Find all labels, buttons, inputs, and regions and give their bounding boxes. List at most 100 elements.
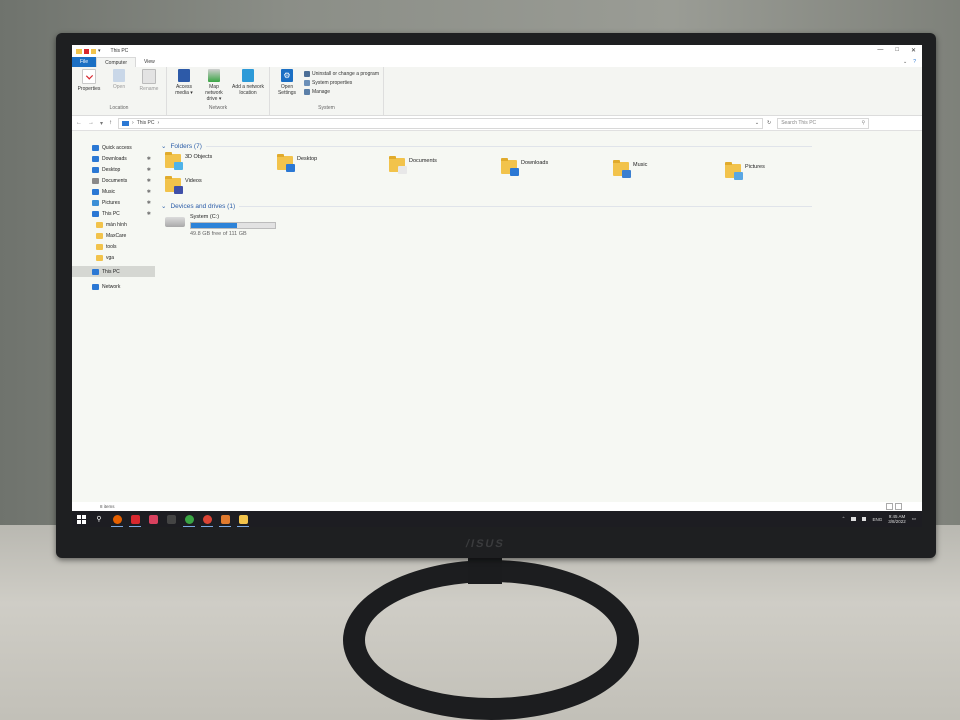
folders-section-header[interactable]: ⌄ Folders (7) — [161, 140, 922, 152]
open-settings-button[interactable]: ⚙ Open Settings — [274, 69, 300, 96]
network-tray-icon[interactable] — [851, 517, 857, 521]
folder-label: Desktop — [297, 156, 318, 162]
nav-item[interactable]: vga — [72, 252, 155, 263]
taskbar-file-explorer-button[interactable] — [234, 511, 252, 527]
folder-item[interactable]: Music — [613, 160, 647, 178]
nav-item[interactable]: Desktop ✱ — [72, 164, 155, 175]
nav-item[interactable]: This PC ✱ — [72, 208, 155, 219]
ribbon-group-system: ⚙ Open Settings Uninstall or change a pr… — [270, 67, 384, 115]
app-dark-icon — [166, 514, 176, 524]
path-segment-this-pc[interactable]: This PC — [137, 120, 155, 126]
taskbar-app-pink-button[interactable] — [144, 511, 162, 527]
up-button[interactable]: ↑ — [109, 120, 112, 127]
search-input[interactable]: Search This PC ⚲ — [777, 117, 870, 129]
nav-item-network[interactable]: Network — [72, 281, 155, 292]
address-dropdown-icon[interactable]: ⌄ — [755, 120, 759, 126]
address-path[interactable]: › This PC › ⌄ — [118, 117, 764, 129]
large-icons-view-button[interactable] — [895, 503, 902, 510]
access-media-button[interactable]: Access media ▾ — [171, 69, 197, 96]
minimize-button[interactable]: — — [877, 47, 883, 54]
new-folder-quick-icon[interactable] — [91, 48, 96, 54]
drive-usage-bar — [190, 222, 276, 229]
path-separator: › — [132, 120, 134, 126]
properties-quick-icon[interactable] — [84, 48, 89, 54]
nav-item-label: Network — [102, 283, 121, 290]
notification-icon[interactable]: ▭ — [912, 516, 916, 522]
ribbon-group-location: Properties Open Rename Location — [72, 67, 167, 115]
clock[interactable]: 9:45 AM 3/8/2022 — [888, 514, 906, 524]
ribbon-collapse-icon[interactable]: ⌄ — [903, 59, 907, 65]
nav-item[interactable]: Documents ✱ — [72, 175, 155, 186]
system-properties-button[interactable]: System properties — [304, 78, 379, 87]
tab-view[interactable]: View — [136, 57, 163, 67]
nav-item[interactable]: Pictures ✱ — [72, 197, 155, 208]
taskbar-app-orange-button[interactable] — [216, 511, 234, 527]
manage-icon — [304, 88, 310, 95]
network-group-label: Network — [208, 105, 228, 111]
open-icon — [113, 69, 125, 82]
section-divider — [205, 145, 812, 147]
volume-tray-icon[interactable] — [862, 517, 867, 521]
properties-button[interactable]: Properties — [76, 69, 102, 92]
nav-item[interactable]: Downloads ✱ — [72, 153, 155, 164]
taskbar-app-dark-button[interactable] — [162, 511, 180, 527]
drive-item[interactable]: System (C:) 49.8 GB free of 111 GB — [165, 214, 922, 237]
nav-item[interactable]: tools — [72, 241, 155, 252]
drive-name: System (C:) — [190, 214, 220, 220]
tab-computer[interactable]: Computer — [96, 56, 137, 68]
folder-item[interactable]: Pictures — [725, 162, 765, 180]
map-network-drive-button[interactable]: Map network drive ▾ — [201, 69, 227, 102]
nav-item[interactable]: MaxCare — [72, 230, 155, 241]
monitor-brand-logo: /ISUS — [464, 538, 507, 550]
close-button[interactable]: ✕ — [911, 47, 916, 54]
language-indicator[interactable]: ENG — [872, 517, 882, 522]
folder-icon — [96, 254, 103, 261]
tab-file[interactable]: File — [72, 57, 97, 67]
path-separator-trailing: › — [157, 120, 160, 126]
taskbar-firefox-button[interactable] — [108, 511, 126, 527]
app-pink-icon — [148, 514, 158, 524]
folder-item[interactable]: 3D Objects — [165, 152, 212, 170]
nav-item-label: tools — [106, 243, 117, 250]
monitor-stand-base — [343, 560, 639, 720]
open-button[interactable]: Open — [106, 69, 132, 90]
folder-item[interactable]: Videos — [165, 176, 202, 194]
forward-button[interactable]: → — [88, 120, 94, 127]
folder-badge-icon — [286, 164, 295, 172]
taskbar-app-green-button[interactable] — [180, 511, 198, 527]
nav-item[interactable]: màn hình — [72, 219, 155, 230]
taskbar-chrome-button[interactable] — [198, 511, 216, 527]
chrome-icon — [202, 514, 212, 524]
details-view-button[interactable] — [886, 503, 893, 510]
back-button[interactable]: ← — [76, 120, 82, 127]
taskbar-search-button[interactable]: ⚲ — [90, 511, 108, 527]
tray-overflow-icon[interactable]: ⌃ — [842, 516, 846, 522]
manage-button[interactable]: Manage — [304, 87, 379, 96]
nav-item[interactable]: Music ✱ — [72, 186, 155, 197]
maximize-button[interactable]: □ — [895, 47, 899, 54]
folder-icon — [725, 162, 743, 180]
file-explorer-icon — [238, 514, 248, 524]
rename-button[interactable]: Rename — [136, 69, 162, 92]
pictures-icon — [92, 199, 99, 206]
start-button[interactable] — [72, 511, 90, 527]
system-small-buttons: Uninstall or change a program System pro… — [304, 69, 379, 96]
devices-section-header[interactable]: ⌄ Devices and drives (1) — [161, 200, 922, 212]
rename-label: Rename — [139, 86, 159, 92]
nav-item[interactable]: Quick access — [72, 142, 155, 153]
help-icon[interactable]: ? — [913, 59, 916, 65]
hard-drive-icon — [165, 217, 185, 227]
folder-item[interactable]: Downloads — [501, 158, 548, 176]
uninstall-program-button[interactable]: Uninstall or change a program — [304, 69, 379, 78]
add-network-location-button[interactable]: Add a network location — [231, 69, 265, 96]
qa-dropdown-icon[interactable]: ▾ — [98, 48, 101, 54]
folder-item[interactable]: Desktop — [277, 154, 318, 172]
nav-item-this-pc[interactable]: This PC — [72, 266, 155, 277]
folder-item[interactable]: Documents — [389, 156, 437, 174]
taskbar-app-red-button[interactable] — [126, 511, 144, 527]
refresh-button[interactable]: ↻ — [767, 120, 771, 126]
content-pane: ⌄ Folders (7) 3D Objects Desktop Documents… — [155, 140, 922, 502]
uninstall-icon — [304, 70, 310, 77]
recent-locations-button[interactable]: ▾ — [100, 120, 103, 127]
pc-icon — [122, 120, 130, 126]
